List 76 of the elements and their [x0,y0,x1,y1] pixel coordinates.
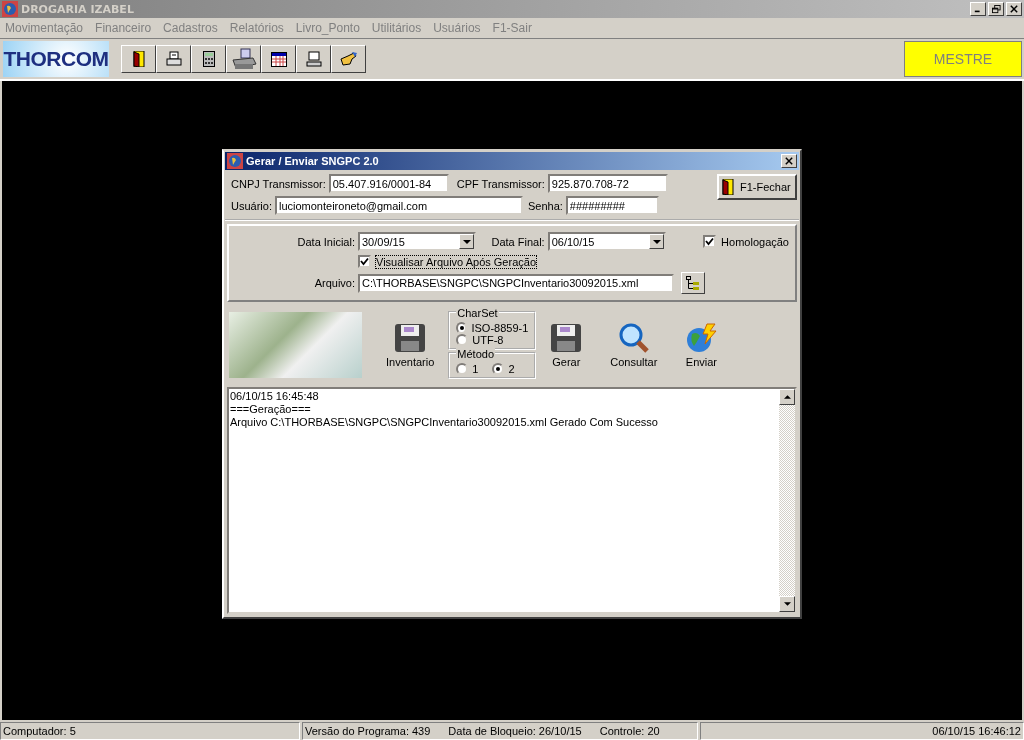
action-button[interactable]: Consultar [608,322,660,368]
status-text: Versão do Programa: 439 [305,725,431,737]
scroll-down-icon [783,602,791,606]
toolbar-button[interactable] [226,45,261,73]
toolbar-button[interactable] [121,45,156,73]
close-icon [1010,5,1018,13]
radio-button[interactable] [456,363,469,375]
status-panel: 06/10/15 16:46:12 [700,722,1024,740]
action-button[interactable]: Gerar [548,322,585,368]
field-label: CNPJ Transmissor: [231,177,326,190]
dropdown-arrow-icon [462,239,471,244]
radio-label: ISO-8859-1 [471,322,529,334]
browse-button[interactable] [681,272,705,294]
group-title: Método [456,348,495,360]
field-label: Senha: [527,199,563,212]
log-line: 06/10/15 16:45:48 [230,390,320,403]
user-badge: MESTRE [904,41,1022,77]
cpf-field[interactable]: 925.870.708-72 [547,174,668,193]
scroll-up-icon [783,395,791,399]
restore-button[interactable] [988,2,1004,16]
minimize-button[interactable] [970,2,986,16]
dialog-title: Gerar / Enviar SNGPC 2.0 [246,155,379,167]
fax-machine-icon [230,48,257,70]
radio-label: 2 [508,363,515,375]
door-icon [722,179,734,195]
toolbar-button[interactable] [156,45,191,73]
close-button[interactable] [1006,2,1022,16]
radio-label: UTF-8 [472,334,504,346]
tree-icon [685,275,701,291]
log-line: ===Geração=== [230,403,312,416]
field-label: Data Inicial: [296,235,355,248]
toolbar-button[interactable] [296,45,331,73]
logo: THORCOM [3,41,109,77]
status-panel: Computador: 5 [0,722,300,740]
start-date-dropdown[interactable]: 30/09/15 [358,232,477,251]
globe-icon [2,1,18,17]
radio-label: 1 [472,363,479,375]
toolbar-button[interactable] [331,45,366,73]
action-button[interactable]: Inventario [384,322,437,368]
checkbox[interactable] [358,255,371,268]
globe-icon [227,153,243,169]
calendar-icon [270,51,287,67]
window-title: DROGARIA IZABEL [21,2,134,16]
toolbar-button[interactable] [261,45,296,73]
log-line: Arquivo C:\THORBASE\SNGPC\SNGPCInventario30092015.xml Gerado Com Sucesso [230,416,659,429]
user-field[interactable]: luciomonteironeto@gmail.com [274,196,523,215]
toolbar-button[interactable] [191,45,226,73]
status-text: Controle: 20 [599,725,660,737]
restore-icon [991,4,1001,14]
close-button[interactable] [781,154,797,168]
checkbox[interactable] [703,235,717,248]
checkbox-label: Visualisar Arquivo Após Geração [376,255,536,268]
radio-button[interactable] [456,334,469,346]
radio-button[interactable] [492,363,505,375]
field-label: Arquivo: [313,277,355,289]
printer-icon [165,51,182,67]
close-dialog-button[interactable]: F1-Fechar [717,174,797,200]
status-text: Data de Bloqueio: 26/10/15 [448,725,582,737]
file-path-field[interactable]: C:\THORBASE\SNGPC\SNGPCInventario30092015.xml [358,273,674,293]
globe-lightning-icon [685,322,718,354]
action-button[interactable]: Enviar [683,322,720,368]
calculator-icon [202,51,215,67]
cnpj-field[interactable]: 05.407.916/0001-84 [328,174,449,193]
field-label: Usuário: [231,199,272,212]
close-icon [785,157,793,165]
checkbox-label: Homologação [721,235,789,248]
search-icon [617,322,650,354]
field-label: Data Final: [491,235,545,248]
dropdown-arrow-icon [652,239,661,244]
computer-icon [305,51,322,67]
end-date-dropdown[interactable]: 06/10/15 [547,232,667,251]
field-label: CPF Transmissor: [456,177,545,190]
password-field[interactable]: ######### [565,196,659,215]
scrollbar[interactable] [779,389,795,612]
group-title: CharSet [456,307,499,319]
door-icon [132,51,145,67]
